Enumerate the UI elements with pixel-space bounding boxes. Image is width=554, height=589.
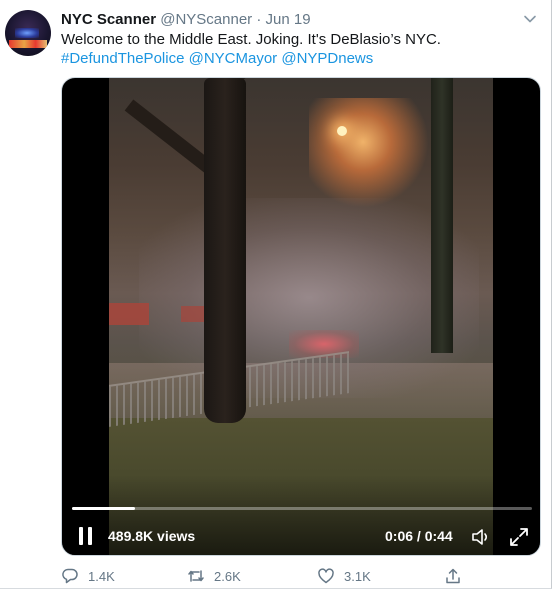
header-separator: ·	[256, 11, 262, 28]
video-player[interactable]: 489.8K views 0:06 / 0:44	[61, 77, 541, 556]
author-name[interactable]: NYC Scanner	[61, 11, 156, 28]
tweet-text: Welcome to the Middle East. Joking. It's…	[61, 30, 531, 68]
video-controls: 489.8K views 0:06 / 0:44	[62, 518, 540, 554]
retweet-icon	[188, 570, 204, 582]
tweet-date[interactable]: Jun 19	[266, 11, 311, 28]
frame-glow	[309, 98, 429, 208]
reply-button[interactable]: 1.4K	[61, 565, 115, 587]
tweet-text-line-1: Welcome to the Middle East. Joking. It's…	[61, 31, 441, 48]
frame-barrier-1	[109, 303, 149, 325]
avatar-lights-red	[9, 40, 47, 48]
author-handle[interactable]: @NYScanner	[160, 11, 252, 28]
frame-tree-2	[431, 78, 453, 353]
heart-icon	[318, 568, 334, 584]
retweet-button[interactable]: 2.6K	[187, 565, 241, 587]
mention-link-mayor[interactable]: @NYCMayor	[189, 50, 278, 67]
avatar[interactable]	[5, 10, 51, 56]
avatar-lights	[15, 28, 39, 38]
hashtag-link[interactable]: #DefundThePolice	[61, 50, 184, 67]
tweet-text-line-2: #DefundThePolice @NYCMayor @NYPDnews	[61, 49, 531, 68]
like-button[interactable]: 3.1K	[317, 565, 371, 587]
video-time: 0:06 / 0:44	[385, 528, 453, 544]
share-button[interactable]	[444, 565, 471, 587]
retweet-count: 2.6K	[214, 568, 241, 584]
frame-streetlight	[337, 126, 347, 136]
chevron-down-icon[interactable]	[523, 12, 537, 26]
volume-icon[interactable]	[470, 526, 492, 548]
fullscreen-icon[interactable]	[508, 526, 530, 548]
tweet-card[interactable]: NYC Scanner @NYScanner · Jun 19 Welcome …	[0, 0, 552, 589]
like-count: 3.1K	[344, 568, 371, 584]
tweet-actions: 1.4K 2.6K 3.1K	[61, 565, 481, 587]
tweet-header: NYC Scanner @NYScanner · Jun 19	[61, 10, 311, 29]
reply-count: 1.4K	[88, 568, 115, 584]
share-icon	[446, 568, 460, 584]
pause-icon[interactable]	[78, 527, 94, 545]
frame-tree	[204, 78, 246, 423]
reply-icon	[62, 568, 78, 584]
video-progress-bar[interactable]	[72, 507, 532, 510]
video-progress-fill	[72, 507, 135, 510]
view-count: 489.8K views	[108, 528, 196, 544]
mention-link-nypd[interactable]: @NYPDnews	[281, 50, 373, 67]
